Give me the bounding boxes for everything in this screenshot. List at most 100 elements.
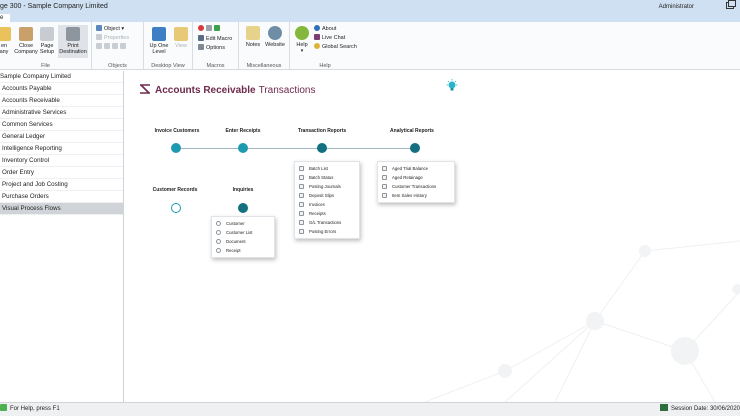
properties-button[interactable]: Properties — [96, 34, 129, 42]
sage-desktop-window: ge 300 - Sample Company Limited Administ… — [0, 0, 740, 416]
tree-item-inventory-control[interactable]: Inventory Control — [0, 155, 123, 167]
notes-label: Notes — [245, 42, 261, 48]
tree-item-company[interactable]: Sample Company Limited — [0, 71, 123, 83]
ribbon: en any Close Company Page Setup Print De… — [0, 22, 740, 70]
tree-item-label: Intelligence Reporting — [2, 145, 62, 152]
transaction-reports-menu-item[interactable]: Invoices — [295, 200, 359, 209]
tree-item-label: Sample Company Limited — [0, 73, 71, 80]
tree-item-intelligence-reporting[interactable]: Intelligence Reporting — [0, 143, 123, 155]
open-company-button[interactable]: en any — [0, 27, 12, 55]
customer-records-label: Customer Records — [152, 187, 198, 193]
analytical-reports-menu-item[interactable]: Aged Retainage — [378, 173, 454, 182]
inquiries-menu-label: Receipt — [226, 248, 241, 253]
live-chat-button[interactable]: Live Chat — [314, 34, 345, 42]
live-chat-icon — [314, 34, 320, 40]
ribbon-group-objects: Object ▾ Properties Objects — [92, 22, 144, 70]
enter-receipts-node[interactable] — [238, 143, 248, 153]
copy-icon[interactable] — [104, 43, 110, 49]
transaction-reports-menu-label: Batch List — [309, 166, 328, 171]
process-flow-icon — [140, 84, 150, 94]
transaction-reports-menu-item[interactable]: Posting Errors — [295, 227, 359, 236]
tree-item-administrative-services[interactable]: Administrative Services — [0, 107, 123, 119]
printer-icon — [66, 27, 80, 41]
print-destination-button[interactable]: Print Destination — [58, 25, 88, 58]
paste-icon[interactable] — [112, 43, 118, 49]
page-setup-button[interactable]: Page Setup — [38, 27, 56, 55]
ribbon-group-desktop-view: Up One Level View Desktop View — [144, 22, 193, 70]
customer-records-node[interactable] — [171, 203, 181, 213]
macros-group-label: Macros — [206, 63, 225, 69]
analytical-reports-menu-item[interactable]: Customer Transactions — [378, 182, 454, 191]
page-setup-label: Page Setup — [39, 43, 55, 55]
about-button[interactable]: About — [314, 25, 336, 33]
print-destination-label: Print Destination — [59, 43, 87, 55]
view-label: View — [175, 43, 187, 49]
website-button[interactable]: Website — [263, 26, 287, 48]
tree-item-purchase-orders[interactable]: Purchase Orders — [0, 191, 123, 203]
tree-item-label: Common Services — [2, 121, 53, 128]
macro-options-button[interactable]: Options — [198, 44, 225, 52]
transaction-reports-node[interactable] — [317, 143, 327, 153]
tree-item-general-ledger[interactable]: General Ledger — [0, 131, 123, 143]
report-icon — [299, 193, 304, 198]
page-title-section: Transactions — [258, 85, 316, 96]
restore-window-icon[interactable] — [726, 0, 736, 9]
flow-connector-line — [176, 148, 416, 149]
tree-item-label: Inventory Control — [2, 157, 50, 164]
analytical-reports-menu-label: Item Sales History — [392, 193, 427, 198]
title-bar: ge 300 - Sample Company Limited Administ… — [0, 0, 740, 14]
help-button[interactable]: Help ▾ — [292, 26, 312, 54]
inquiries-node[interactable] — [238, 203, 248, 213]
inquiries-menu-item[interactable]: Receipt — [212, 246, 274, 255]
analytical-reports-node[interactable] — [410, 143, 420, 153]
transaction-reports-menu-item[interactable]: Batch Status — [295, 173, 359, 182]
transaction-reports-menu-item[interactable]: Batch List — [295, 164, 359, 173]
inquiries-menu-item[interactable]: Customer List — [212, 228, 274, 237]
tree-item-label: Visual Process Flows — [2, 205, 61, 212]
tab-home[interactable]: e — [0, 14, 10, 22]
edit-macro-label: Edit Macro — [206, 36, 233, 42]
notes-button[interactable]: Notes — [243, 26, 263, 48]
up-one-level-button[interactable]: Up One Level — [146, 27, 172, 55]
transaction-reports-menu-item[interactable]: Receipts — [295, 209, 359, 218]
tree-item-common-services[interactable]: Common Services — [0, 119, 123, 131]
view-button[interactable]: View — [172, 27, 190, 49]
transaction-reports-menu-item[interactable]: Deposit Slips — [295, 191, 359, 200]
cut-icon[interactable] — [96, 43, 102, 49]
play-icon[interactable] — [214, 25, 220, 31]
inquiries-menu-item[interactable]: Customer — [212, 219, 274, 228]
record-icon[interactable] — [198, 25, 204, 31]
report-icon — [382, 166, 387, 171]
object-button[interactable]: Object ▾ — [96, 25, 124, 33]
tree-item-accounts-payable[interactable]: Accounts Payable — [0, 83, 123, 95]
about-icon — [314, 25, 320, 31]
edit-macro-button[interactable]: Edit Macro — [198, 35, 232, 43]
objects-group-label: Objects — [108, 63, 127, 69]
report-icon — [299, 229, 304, 234]
global-search-button[interactable]: Global Search — [314, 43, 357, 51]
notes-icon — [246, 26, 260, 40]
delete-icon[interactable] — [120, 43, 126, 49]
analytical-reports-menu-item[interactable]: Aged Trial Balance — [378, 164, 454, 173]
folder-icon — [0, 27, 11, 41]
inquiries-menu-label: Customer — [226, 221, 245, 226]
magnifier-icon — [216, 221, 221, 226]
transaction-reports-menu-item[interactable]: Posting Journals — [295, 182, 359, 191]
close-company-button[interactable]: Close Company — [14, 27, 38, 55]
tree-item-visual-process-flows[interactable]: Visual Process Flows — [0, 203, 123, 215]
properties-label: Properties — [104, 35, 130, 41]
invoice-customers-node[interactable] — [171, 143, 181, 153]
enter-receipts-label: Enter Receipts — [225, 128, 261, 134]
tree-item-accounts-receivable[interactable]: Accounts Receivable — [0, 95, 123, 107]
tree-item-order-entry[interactable]: Order Entry — [0, 167, 123, 179]
inquiries-menu-item[interactable]: Document — [212, 237, 274, 246]
stop-icon[interactable] — [206, 25, 212, 31]
about-label: About — [322, 26, 337, 32]
lightbulb-icon[interactable] — [446, 79, 458, 93]
analytical-reports-menu-item[interactable]: Item Sales History — [378, 191, 454, 200]
tree-item-project-and-job-costing[interactable]: Project and Job Costing — [0, 179, 123, 191]
close-folder-icon — [19, 27, 33, 41]
analytical-reports-menu-label: Aged Trial Balance — [392, 166, 429, 171]
transaction-reports-menu-item[interactable]: G/L Transactions — [295, 218, 359, 227]
file-group-label: File — [41, 63, 50, 69]
